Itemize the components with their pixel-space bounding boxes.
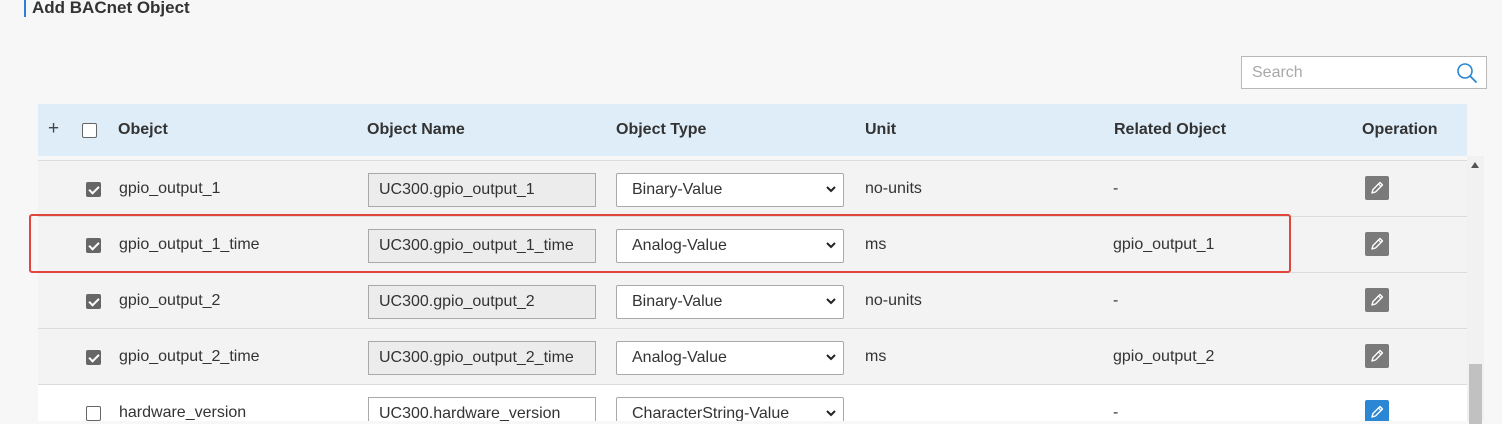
- header-object: Obejct: [118, 121, 168, 138]
- pencil-icon: [1371, 237, 1384, 250]
- object-type-value: CharacterString-Value: [632, 405, 790, 421]
- object-type-value: Analog-Value: [632, 349, 727, 366]
- header-related-object: Related Object: [1114, 121, 1227, 138]
- header-operation: Operation: [1362, 121, 1438, 138]
- object-cell: gpio_output_2_time: [119, 348, 260, 365]
- select-all-checkbox[interactable]: [82, 123, 97, 138]
- table-header: + Obejct Object Name Object Type Unit Re…: [38, 104, 1467, 156]
- object-type-select[interactable]: Binary-Value: [616, 285, 844, 319]
- object-type-value: Binary-Value: [632, 181, 723, 198]
- object-cell: hardware_version: [119, 404, 247, 421]
- scroll-thumb[interactable]: [1469, 364, 1482, 424]
- object-type-select[interactable]: Binary-Value: [616, 173, 844, 207]
- related-object-cell: -: [1113, 292, 1119, 309]
- table-row: gpio_output_1_time UC300.gpio_output_1_ti…: [38, 216, 1467, 272]
- object-cell: gpio_output_1: [119, 180, 221, 197]
- edit-button[interactable]: [1365, 288, 1389, 312]
- edit-button[interactable]: [1365, 176, 1389, 200]
- table-row: hardware_version UC300.hardware_version Ch…: [38, 384, 1467, 421]
- search-box[interactable]: [1241, 56, 1487, 89]
- chevron-down-icon: [826, 242, 836, 249]
- scroll-up-arrow[interactable]: [1471, 162, 1479, 168]
- table-row: gpio_output_2 UC300.gpio_output_2 Binary-V…: [38, 272, 1467, 328]
- header-object-name: Object Name: [367, 121, 465, 138]
- row-checkbox[interactable]: [86, 238, 101, 253]
- chevron-down-icon: [826, 298, 836, 305]
- object-type-select[interactable]: Analog-Value: [616, 341, 844, 375]
- edit-button[interactable]: [1365, 400, 1389, 421]
- row-checkbox[interactable]: [86, 294, 101, 309]
- chevron-down-icon: [826, 186, 836, 193]
- chevron-down-icon: [826, 354, 836, 361]
- title-accent-bar: [24, 0, 26, 17]
- header-object-type: Object Type: [616, 121, 707, 138]
- pencil-icon: [1371, 293, 1384, 306]
- unit-cell: no-units: [865, 180, 922, 197]
- related-object-cell: -: [1113, 180, 1119, 197]
- object-type-value: Analog-Value: [632, 237, 727, 254]
- table-row: gpio_output_1 UC300.gpio_output_1 Binary-V…: [38, 160, 1467, 216]
- pencil-icon: [1371, 181, 1384, 194]
- header-unit: Unit: [865, 121, 897, 138]
- unit-cell: no-units: [865, 292, 922, 309]
- search-icon[interactable]: [1456, 62, 1478, 84]
- object-type-select[interactable]: CharacterString-Value: [616, 397, 844, 421]
- object-name-input[interactable]: UC300.gpio_output_2_time: [368, 341, 596, 375]
- bacnet-object-table: + Obejct Object Name Object Type Unit Re…: [38, 104, 1467, 421]
- object-type-select[interactable]: Analog-Value: [616, 229, 844, 263]
- edit-button[interactable]: [1365, 344, 1389, 368]
- object-name-input[interactable]: UC300.gpio_output_2: [368, 285, 596, 319]
- object-type-value: Binary-Value: [632, 293, 723, 310]
- page-title: Add BACnet Object: [32, 0, 190, 17]
- related-object-cell: gpio_output_2: [1113, 348, 1215, 365]
- object-name-input[interactable]: UC300.gpio_output_1: [368, 173, 596, 207]
- related-object-cell: -: [1113, 404, 1119, 421]
- chevron-down-icon: [826, 410, 836, 417]
- object-cell: gpio_output_2: [119, 292, 221, 309]
- unit-cell: ms: [865, 236, 887, 253]
- row-checkbox[interactable]: [86, 350, 101, 365]
- search-input[interactable]: [1242, 57, 1472, 88]
- table-scrollbar[interactable]: [1467, 156, 1484, 424]
- unit-cell: ms: [865, 348, 887, 365]
- edit-button[interactable]: [1365, 232, 1389, 256]
- related-object-cell: gpio_output_1: [1113, 236, 1215, 253]
- row-checkbox[interactable]: [86, 182, 101, 197]
- object-name-input[interactable]: UC300.hardware_version: [368, 397, 596, 421]
- object-cell: gpio_output_1_time: [119, 236, 260, 253]
- pencil-icon: [1371, 349, 1384, 362]
- object-name-input[interactable]: UC300.gpio_output_1_time: [368, 229, 596, 263]
- add-row-button[interactable]: +: [48, 104, 59, 154]
- table-row: gpio_output_2_time UC300.gpio_output_2_ti…: [38, 328, 1467, 384]
- row-checkbox[interactable]: [86, 406, 101, 421]
- pencil-icon: [1371, 405, 1384, 418]
